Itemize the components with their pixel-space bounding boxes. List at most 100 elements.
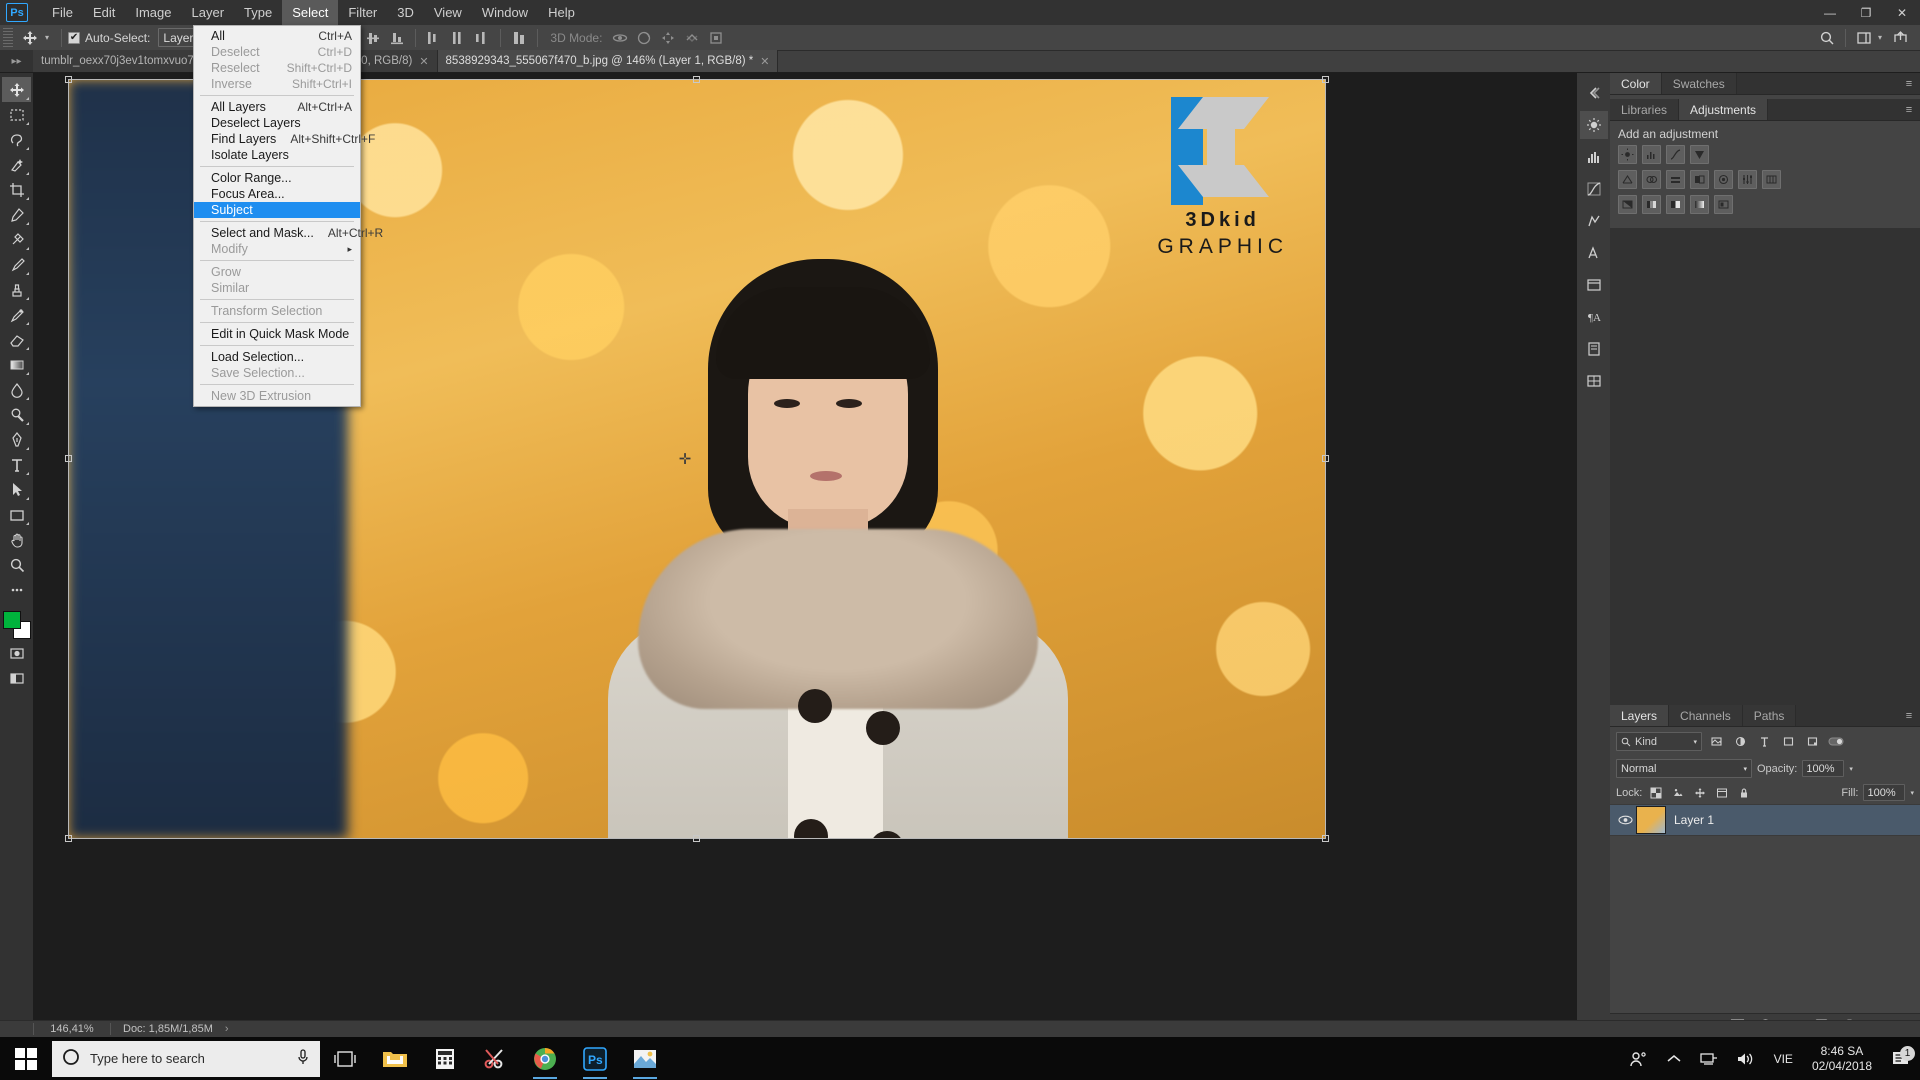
workspace-chevron-down-icon[interactable]: ▾ (1876, 33, 1888, 42)
menu-item-all-layers[interactable]: All Layers Alt+Ctrl+A (194, 99, 360, 115)
file-explorer-icon[interactable] (370, 1037, 420, 1080)
move-tool[interactable] (2, 77, 31, 102)
collapse-panels-icon[interactable] (1580, 79, 1608, 107)
layer-thumbnail[interactable] (1636, 806, 1666, 834)
menu-item-isolate-layers[interactable]: Isolate Layers (194, 147, 360, 163)
tab-swatches[interactable]: Swatches (1662, 73, 1737, 94)
auto-select-checkbox[interactable]: ✔ (68, 32, 80, 44)
close-button[interactable]: ✕ (1884, 0, 1920, 25)
levels-icon[interactable] (1580, 207, 1608, 235)
gradient-map-icon[interactable] (1690, 195, 1709, 214)
roll-3d-icon[interactable] (632, 27, 656, 49)
workspace-icon[interactable] (1852, 27, 1876, 49)
photoshop-icon[interactable]: Ps (570, 1037, 620, 1080)
gradient-tool[interactable] (2, 352, 31, 377)
tab-layers[interactable]: Layers (1610, 705, 1669, 726)
menu-type[interactable]: Type (234, 0, 282, 25)
menu-item-new-3d-extrusion[interactable]: New 3D Extrusion (194, 388, 360, 404)
layer-name[interactable]: Layer 1 (1674, 813, 1714, 827)
microphone-icon[interactable] (296, 1048, 310, 1069)
filter-adjustment-icon[interactable] (1730, 732, 1750, 751)
slide-3d-icon[interactable] (680, 27, 704, 49)
filter-pixel-icon[interactable] (1706, 732, 1726, 751)
eraser-tool[interactable] (2, 327, 31, 352)
dodge-tool[interactable] (2, 402, 31, 427)
opacity-input[interactable]: 100% (1802, 760, 1844, 777)
brightness-icon[interactable] (1580, 111, 1608, 139)
menu-item-deselect[interactable]: Deselect Ctrl+D (194, 44, 360, 60)
filter-type-icon[interactable] (1754, 732, 1774, 751)
invert-icon[interactable] (1618, 195, 1637, 214)
menu-item-similar[interactable]: Similar (194, 280, 360, 296)
menu-item-reselect[interactable]: Reselect Shift+Ctrl+D (194, 60, 360, 76)
task-view-icon[interactable] (320, 1037, 370, 1080)
adjustments-panel-menu-icon[interactable]: ≡ (1898, 99, 1920, 120)
color-balance-icon[interactable] (1666, 170, 1685, 189)
history-brush-tool[interactable] (2, 302, 31, 327)
volume-icon[interactable] (1727, 1051, 1765, 1067)
blend-mode-dropdown[interactable]: Normal ▾ (1616, 759, 1752, 778)
show-hidden-icons-icon[interactable] (1657, 1053, 1691, 1065)
blur-tool[interactable] (2, 377, 31, 402)
tab-libraries[interactable]: Libraries (1610, 99, 1679, 120)
hue-saturation-icon[interactable] (1642, 170, 1661, 189)
menu-item-deselect-layers[interactable]: Deselect Layers (194, 115, 360, 131)
levels-icon[interactable] (1642, 145, 1661, 164)
notes-icon[interactable] (1580, 335, 1608, 363)
scale-3d-icon[interactable] (704, 27, 728, 49)
filter-toggle-icon[interactable] (1826, 732, 1846, 751)
calculator-icon[interactable] (420, 1037, 470, 1080)
tab-paths[interactable]: Paths (1743, 705, 1797, 726)
document-tab-3[interactable]: 8538929343_555067f470_b.jpg @ 146% (Laye… (438, 50, 779, 72)
path-selection-tool[interactable] (2, 477, 31, 502)
timeline-icon[interactable] (1580, 367, 1608, 395)
layers-panel-menu-icon[interactable]: ≡ (1898, 705, 1920, 726)
tab-channels[interactable]: Channels (1669, 705, 1743, 726)
people-icon[interactable] (1619, 1050, 1657, 1068)
pan-3d-icon[interactable] (656, 27, 680, 49)
menu-item-modify[interactable]: Modify ▸ (194, 241, 360, 257)
lock-position-icon[interactable] (1691, 784, 1708, 801)
brightness-contrast-icon[interactable] (1618, 145, 1637, 164)
color-panel-menu-icon[interactable]: ≡ (1898, 73, 1920, 94)
arrange-icon[interactable] (507, 27, 531, 49)
tool-preset-chevron-down-icon[interactable]: ▾ (43, 33, 55, 42)
marquee-tool[interactable] (2, 102, 31, 127)
lock-image-icon[interactable] (1669, 784, 1686, 801)
opacity-chevron-down-icon[interactable]: ▾ (1849, 765, 1853, 773)
tab-adjustments[interactable]: Adjustments (1679, 99, 1768, 120)
clock[interactable]: 8:46 SA 02/04/2018 (1802, 1044, 1882, 1074)
menu-image[interactable]: Image (125, 0, 181, 25)
menu-edit[interactable]: Edit (83, 0, 125, 25)
layer-visibility-eye-icon[interactable] (1614, 814, 1636, 826)
threshold-icon[interactable] (1666, 195, 1685, 214)
channel-mixer-icon[interactable] (1738, 170, 1757, 189)
network-icon[interactable] (1691, 1051, 1727, 1067)
quick-selection-tool[interactable] (2, 152, 31, 177)
menu-item-subject[interactable]: Subject (194, 202, 360, 218)
tab-color[interactable]: Color (1610, 73, 1662, 94)
lock-transparent-icon[interactable] (1647, 784, 1664, 801)
color-swatches[interactable] (2, 610, 32, 640)
move-tool-icon[interactable] (17, 27, 43, 49)
layer-filter-kind-dropdown[interactable]: Kind ▾ (1616, 732, 1702, 751)
rectangle-tool[interactable] (2, 502, 31, 527)
menu-item-focus-area[interactable]: Focus Area... (194, 186, 360, 202)
status-expand-icon[interactable]: › (225, 1023, 229, 1035)
clone-stamp-tool[interactable] (2, 277, 31, 302)
orbit-3d-icon[interactable] (608, 27, 632, 49)
align-vertical-centers-icon[interactable] (361, 27, 385, 49)
color-lookup-icon[interactable] (1762, 170, 1781, 189)
curves-icon[interactable] (1666, 145, 1685, 164)
close-tab-2-icon[interactable]: ✕ (419, 55, 428, 68)
menu-item-find-layers[interactable]: Find Layers Alt+Shift+Ctrl+F (194, 131, 360, 147)
character-icon[interactable] (1580, 239, 1608, 267)
distribute-right-icon[interactable] (470, 27, 494, 49)
type-tool[interactable] (2, 452, 31, 477)
close-tab-3-icon[interactable]: ✕ (760, 55, 769, 68)
menu-filter[interactable]: Filter (338, 0, 387, 25)
selective-color-icon[interactable] (1714, 195, 1733, 214)
expand-tabs-icon[interactable]: ▸▸ (0, 50, 33, 72)
brush-tool[interactable] (2, 252, 31, 277)
menu-select[interactable]: Select (282, 0, 338, 25)
